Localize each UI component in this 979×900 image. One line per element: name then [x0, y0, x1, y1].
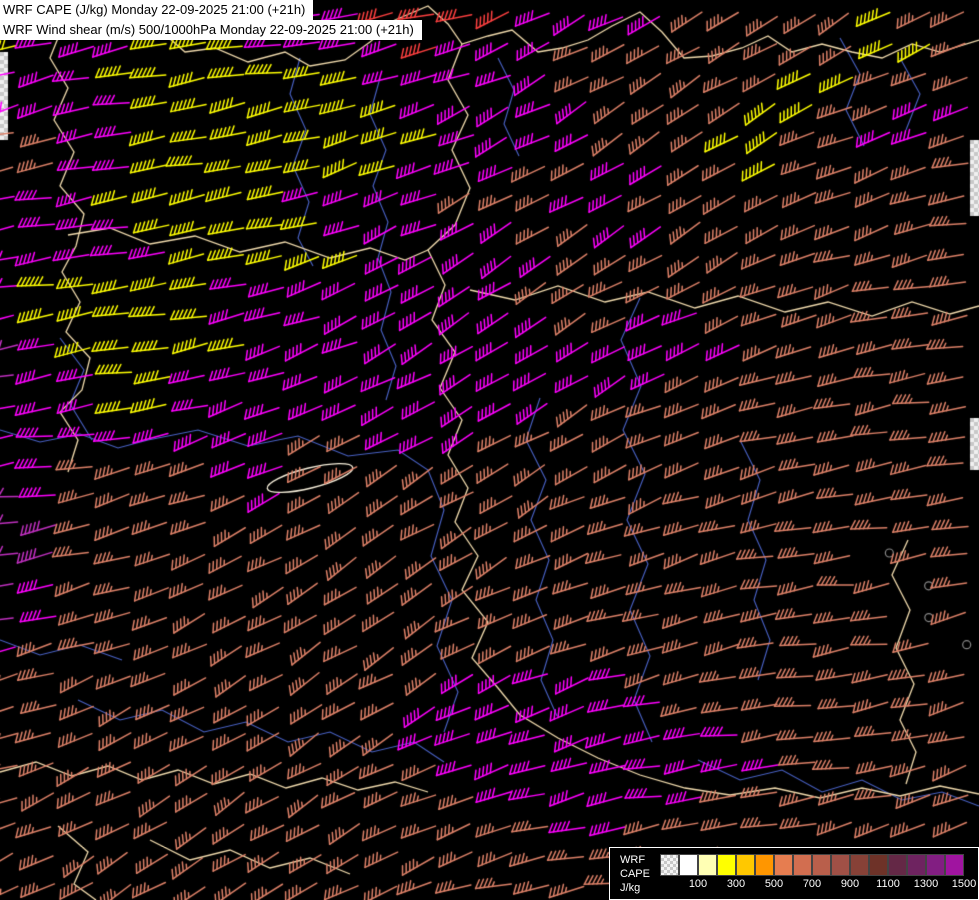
legend-color-box-7 — [793, 854, 812, 876]
cape-legend: WRF CAPE J/kg 10030050070090011001300150… — [609, 847, 979, 900]
legend-color-box-1 — [679, 854, 698, 876]
legend-color-box-14 — [926, 854, 945, 876]
legend-tick-labels: 100300500700900110013001500 — [660, 876, 964, 891]
title-line-wind-shear: WRF Wind shear (m/s) 500/1000hPa Monday … — [0, 20, 422, 40]
legend-color-box-15 — [945, 854, 964, 876]
legend-tick-500: 500 — [755, 878, 793, 890]
legend-tick-900: 900 — [831, 878, 869, 890]
legend-tick-1100: 1100 — [869, 878, 907, 890]
legend-tick-300: 300 — [717, 878, 755, 890]
legend-tick-100: 100 — [679, 878, 717, 890]
legend-color-box-0 — [660, 854, 679, 876]
wind-shear-map-canvas — [0, 0, 979, 900]
title-line-cape: WRF CAPE (J/kg) Monday 22-09-2025 21:00 … — [0, 0, 313, 20]
legend-color-box-12 — [888, 854, 907, 876]
legend-variable-label: CAPE — [620, 867, 650, 881]
legend-color-box-10 — [850, 854, 869, 876]
legend-color-box-3 — [717, 854, 736, 876]
legend-tick-1300: 1300 — [907, 878, 945, 890]
legend-color-box-11 — [869, 854, 888, 876]
legend-color-boxes — [660, 854, 964, 876]
legend-color-box-5 — [755, 854, 774, 876]
legend-color-box-13 — [907, 854, 926, 876]
legend-color-scale: 100300500700900110013001500 — [660, 853, 964, 891]
legend-tick-700: 700 — [793, 878, 831, 890]
weather-map-page: WRF CAPE (J/kg) Monday 22-09-2025 21:00 … — [0, 0, 979, 900]
legend-color-box-6 — [774, 854, 793, 876]
legend-model-label: WRF — [620, 853, 650, 867]
legend-color-box-8 — [812, 854, 831, 876]
legend-meta: WRF CAPE J/kg — [620, 853, 650, 895]
legend-unit-label: J/kg — [620, 881, 650, 895]
legend-color-box-9 — [831, 854, 850, 876]
legend-color-box-2 — [698, 854, 717, 876]
legend-color-box-4 — [736, 854, 755, 876]
legend-tick-1500: 1500 — [945, 878, 979, 890]
